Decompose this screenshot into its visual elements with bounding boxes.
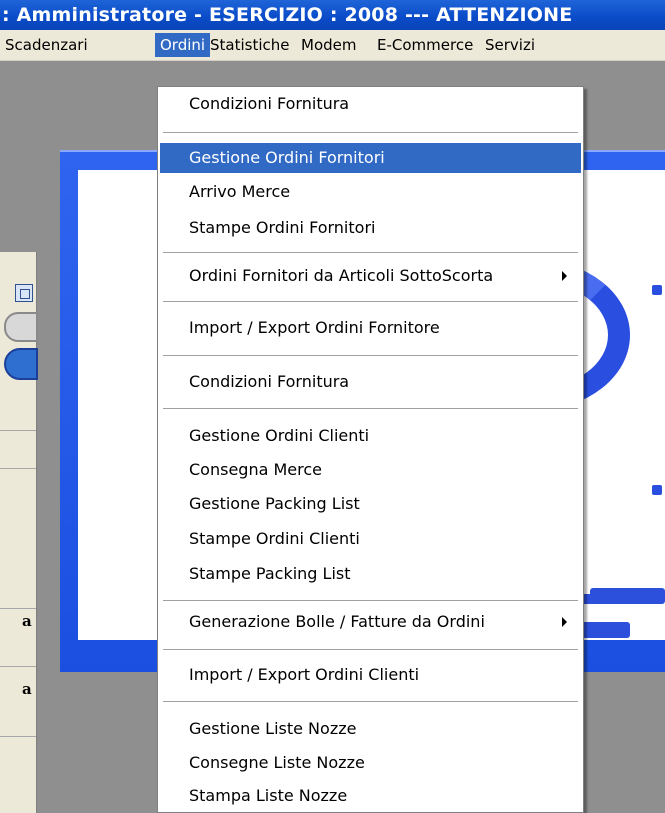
menu-separator	[163, 301, 578, 303]
side-label: a	[22, 680, 32, 698]
side-row	[0, 666, 36, 736]
side-row	[0, 430, 36, 468]
logo-bar-shape	[590, 588, 665, 604]
menu-item-consegne-liste-nozze[interactable]: Consegne Liste Nozze	[160, 748, 581, 778]
submenu-arrow-icon	[562, 617, 567, 627]
menu-item-stampa-liste-nozze[interactable]: Stampa Liste Nozze	[160, 781, 581, 811]
menu-item-consegna-merce[interactable]: Consegna Merce	[160, 455, 581, 485]
menu-scadenzari[interactable]: Scadenzari	[0, 33, 93, 57]
side-blue-button[interactable]	[4, 348, 38, 380]
side-row	[0, 468, 36, 608]
menu-separator	[163, 408, 578, 410]
menu-item-condizioni-fornitura[interactable]: Condizioni Fornitura	[160, 89, 581, 119]
menu-item-gestione-packing-list[interactable]: Gestione Packing List	[160, 489, 581, 519]
menu-item-gestione-ordini-fornitori[interactable]: Gestione Ordini Fornitori	[160, 143, 581, 173]
menu-separator	[163, 701, 578, 703]
menu-separator	[163, 252, 578, 254]
menu-statistiche[interactable]: Statistiche	[205, 33, 295, 57]
menu-item-condizioni-fornitura-2[interactable]: Condizioni Fornitura	[160, 367, 581, 397]
menu-item-stampe-packing-list[interactable]: Stampe Packing List	[160, 559, 581, 589]
menu-item-generazione-bolle-fatture[interactable]: Generazione Bolle / Fatture da Ordini	[160, 607, 581, 637]
menu-modem[interactable]: Modem	[296, 33, 361, 57]
menu-bar: Scadenzari Ordini Statistiche Modem E-Co…	[0, 30, 665, 61]
menu-item-stampe-ordini-clienti[interactable]: Stampe Ordini Clienti	[160, 524, 581, 554]
menu-item-gestione-liste-nozze[interactable]: Gestione Liste Nozze	[160, 714, 581, 744]
ordini-dropdown-menu: Condizioni Fornitura Gestione Ordini For…	[157, 86, 584, 813]
menu-item-arrivo-merce[interactable]: Arrivo Merce	[160, 177, 581, 207]
menu-item-label: Ordini Fornitori da Articoli SottoScorta	[189, 266, 494, 285]
menu-item-ordini-fornitori-sottoscorta[interactable]: Ordini Fornitori da Articoli SottoScorta	[160, 261, 581, 291]
side-row	[0, 736, 36, 796]
menu-separator	[163, 355, 578, 357]
submenu-arrow-icon	[562, 271, 567, 281]
menu-item-import-export-ordini-fornitore[interactable]: Import / Export Ordini Fornitore	[160, 313, 581, 343]
window-restore-button[interactable]	[15, 284, 33, 302]
menu-separator	[163, 649, 578, 651]
menu-item-gestione-ordini-clienti[interactable]: Gestione Ordini Clienti	[160, 421, 581, 451]
side-button[interactable]	[4, 312, 38, 342]
menu-separator	[163, 600, 578, 602]
menu-servizi[interactable]: Servizi	[480, 33, 540, 57]
menu-ordini[interactable]: Ordini	[155, 33, 211, 57]
logo-dot-shape	[652, 485, 662, 495]
menu-item-stampe-ordini-fornitori[interactable]: Stampe Ordini Fornitori	[160, 213, 581, 243]
window-title-bar[interactable]: : Amministratore - ESERCIZIO : 2008 --- …	[0, 0, 665, 30]
menu-item-import-export-ordini-clienti[interactable]: Import / Export Ordini Clienti	[160, 660, 581, 690]
logo-dot-shape	[652, 285, 662, 295]
menu-separator	[163, 132, 578, 134]
menu-item-label: Generazione Bolle / Fatture da Ordini	[189, 612, 485, 631]
menu-e-commerce[interactable]: E-Commerce	[372, 33, 478, 57]
window-title: : Amministratore - ESERCIZIO : 2008 --- …	[2, 4, 573, 26]
side-label: a	[22, 612, 32, 630]
